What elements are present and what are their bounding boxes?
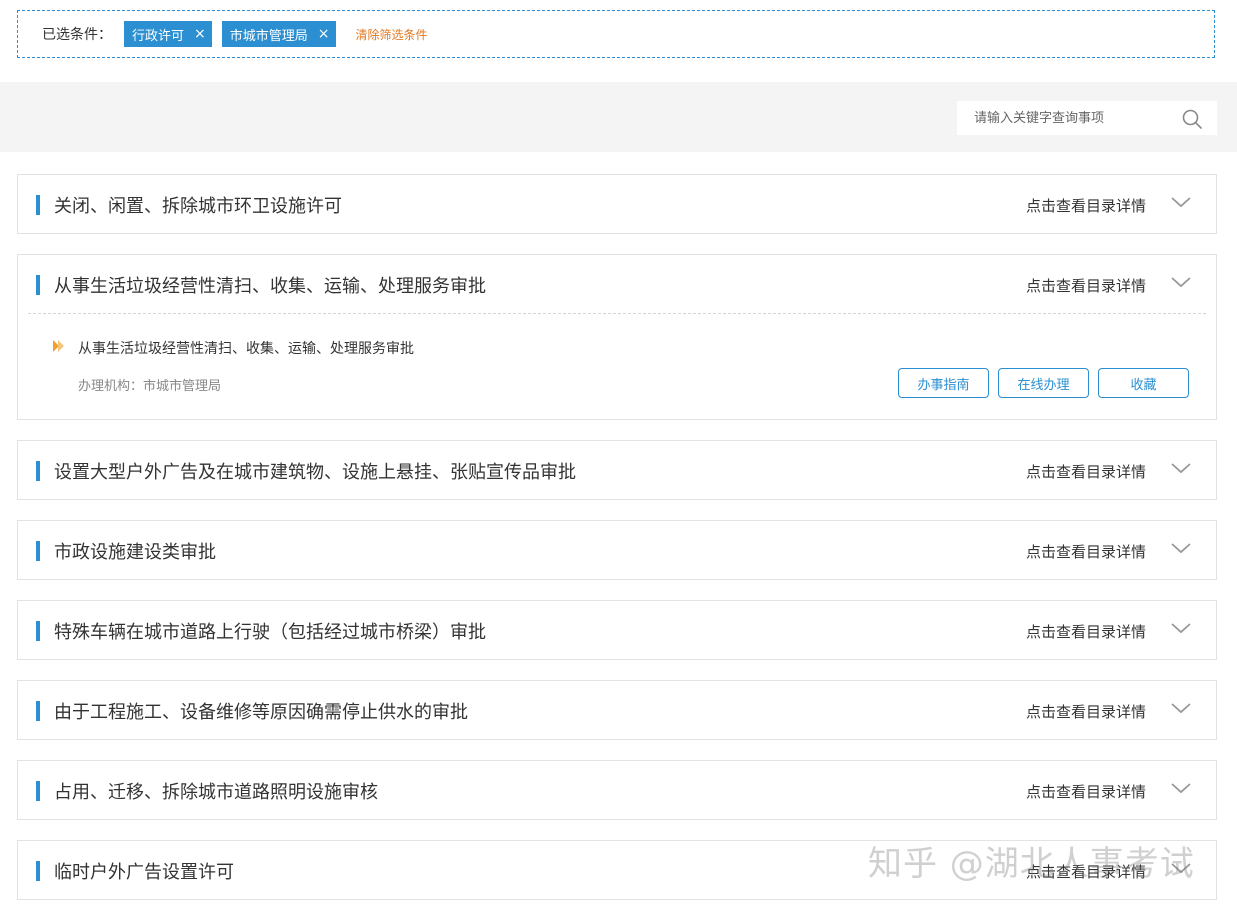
search-box — [957, 101, 1217, 135]
item-header[interactable]: 由于工程施工、设备维修等原因确需停止供水的审批 点击查看目录详情 — [18, 681, 1216, 739]
view-details-link[interactable]: 点击查看目录详情 — [1026, 781, 1146, 802]
accent-bar — [36, 781, 40, 801]
filter-tag-label: 行政许可 — [132, 28, 185, 44]
item-title: 由于工程施工、设备维修等原因确需停止供水的审批 — [54, 702, 468, 723]
accent-bar — [36, 195, 40, 215]
item-header[interactable]: 临时户外广告设置许可 点击查看目录详情 — [18, 841, 1216, 899]
view-details-link[interactable]: 点击查看目录详情 — [1026, 195, 1146, 216]
chevron-down-icon[interactable] — [1170, 859, 1192, 877]
chevron-down-icon[interactable] — [1170, 273, 1192, 291]
filter-bar: 已选条件： 行政许可 × 市城市管理局 × 清除筛选条件 — [17, 10, 1215, 58]
close-icon[interactable]: × — [318, 26, 330, 42]
sub-item-org: 办理机构：市城市管理局 — [78, 379, 222, 394]
accent-bar — [36, 541, 40, 561]
item-header[interactable]: 从事生活垃圾经营性清扫、收集、运输、处理服务审批 点击查看目录详情 — [18, 255, 1216, 313]
view-details-link[interactable]: 点击查看目录详情 — [1026, 701, 1146, 722]
search-input[interactable] — [972, 109, 1176, 127]
online-apply-button[interactable]: 在线办理 — [998, 368, 1089, 398]
list-item: 设置大型户外广告及在城市建筑物、设施上悬挂、张贴宣传品审批 点击查看目录详情 — [17, 440, 1217, 500]
list-item: 特殊车辆在城市道路上行驶（包括经过城市桥梁）审批 点击查看目录详情 — [17, 600, 1217, 660]
item-title: 占用、迁移、拆除城市道路照明设施审核 — [54, 782, 378, 803]
item-header[interactable]: 特殊车辆在城市道路上行驶（包括经过城市桥梁）审批 点击查看目录详情 — [18, 601, 1216, 659]
view-details-link[interactable]: 点击查看目录详情 — [1026, 541, 1146, 562]
accent-bar — [36, 461, 40, 481]
accent-bar — [36, 621, 40, 641]
item-title: 设置大型户外广告及在城市建筑物、设施上悬挂、张贴宣传品审批 — [54, 462, 576, 483]
filter-tag-label: 市城市管理局 — [229, 28, 308, 44]
chevron-down-icon[interactable] — [1170, 459, 1192, 477]
close-icon[interactable]: × — [194, 26, 206, 42]
clear-filters-link[interactable]: 清除筛选条件 — [356, 26, 428, 43]
item-header[interactable]: 设置大型户外广告及在城市建筑物、设施上悬挂、张贴宣传品审批 点击查看目录详情 — [18, 441, 1216, 499]
guide-button[interactable]: 办事指南 — [898, 368, 989, 398]
item-title: 从事生活垃圾经营性清扫、收集、运输、处理服务审批 — [54, 276, 486, 297]
chevron-down-icon[interactable] — [1170, 193, 1192, 211]
list-item: 临时户外广告设置许可 点击查看目录详情 — [17, 840, 1217, 900]
double-arrow-right-icon — [53, 340, 64, 352]
filter-label: 已选条件： — [42, 27, 112, 43]
search-icon[interactable] — [1181, 108, 1203, 130]
view-details-link[interactable]: 点击查看目录详情 — [1026, 275, 1146, 296]
chevron-down-icon[interactable] — [1170, 699, 1192, 717]
chevron-down-icon[interactable] — [1170, 539, 1192, 557]
accent-bar — [36, 275, 40, 295]
search-band — [0, 82, 1237, 152]
item-header[interactable]: 关闭、闲置、拆除城市环卫设施许可 点击查看目录详情 — [18, 175, 1216, 233]
chevron-down-icon[interactable] — [1170, 779, 1192, 797]
accent-bar — [36, 701, 40, 721]
chevron-down-icon[interactable] — [1170, 619, 1192, 637]
view-details-link[interactable]: 点击查看目录详情 — [1026, 461, 1146, 482]
list-item: 占用、迁移、拆除城市道路照明设施审核 点击查看目录详情 — [17, 760, 1217, 820]
list-item: 关闭、闲置、拆除城市环卫设施许可 点击查看目录详情 — [17, 174, 1217, 234]
item-title: 特殊车辆在城市道路上行驶（包括经过城市桥梁）审批 — [54, 622, 486, 643]
sub-item-panel: 从事生活垃圾经营性清扫、收集、运输、处理服务审批 办理机构：市城市管理局 办事指… — [28, 313, 1206, 419]
item-header[interactable]: 占用、迁移、拆除城市道路照明设施审核 点击查看目录详情 — [18, 761, 1216, 819]
list-item: 由于工程施工、设备维修等原因确需停止供水的审批 点击查看目录详情 — [17, 680, 1217, 740]
item-header[interactable]: 市政设施建设类审批 点击查看目录详情 — [18, 521, 1216, 579]
filter-tag-permit[interactable]: 行政许可 × — [124, 21, 212, 47]
sub-item-title[interactable]: 从事生活垃圾经营性清扫、收集、运输、处理服务审批 — [78, 338, 414, 358]
item-title: 关闭、闲置、拆除城市环卫设施许可 — [54, 196, 342, 217]
list-item-expanded: 从事生活垃圾经营性清扫、收集、运输、处理服务审批 点击查看目录详情 从事生活垃圾… — [17, 254, 1217, 420]
view-details-link[interactable]: 点击查看目录详情 — [1026, 861, 1146, 882]
item-title: 市政设施建设类审批 — [54, 542, 216, 563]
filter-tag-department[interactable]: 市城市管理局 × — [221, 21, 336, 47]
view-details-link[interactable]: 点击查看目录详情 — [1026, 621, 1146, 642]
favorite-button[interactable]: 收藏 — [1098, 368, 1189, 398]
list-item: 市政设施建设类审批 点击查看目录详情 — [17, 520, 1217, 580]
accent-bar — [36, 861, 40, 881]
item-title: 临时户外广告设置许可 — [54, 862, 234, 883]
